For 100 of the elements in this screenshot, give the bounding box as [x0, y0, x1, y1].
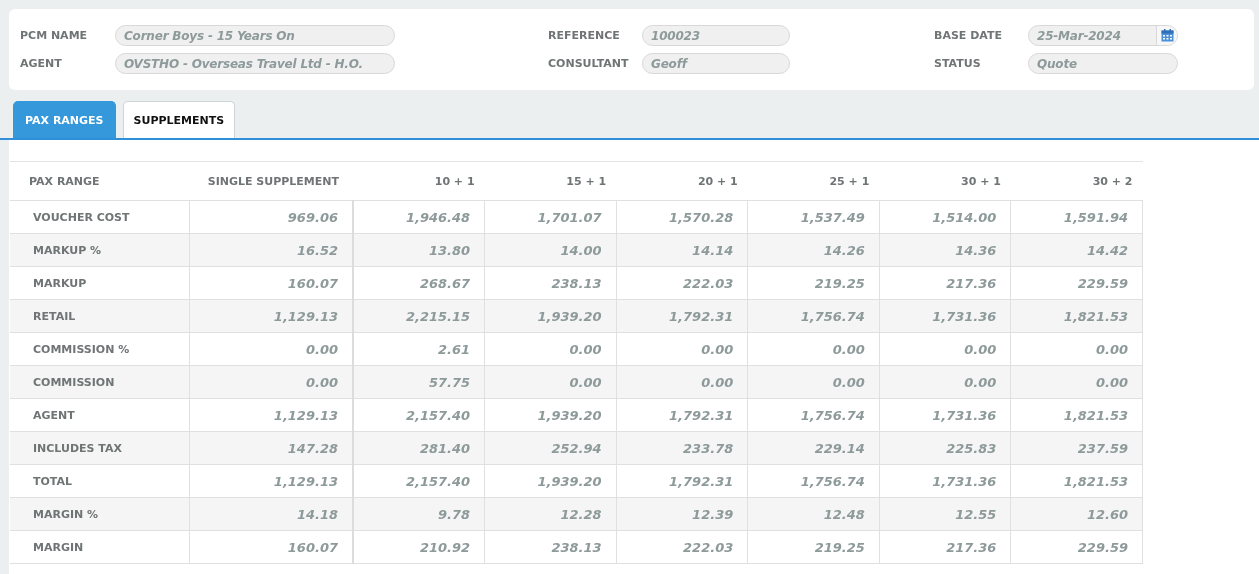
- table-cell: 12.48: [747, 497, 880, 531]
- column-header: 20 + 1: [616, 161, 748, 201]
- table-cell: 281.40: [353, 431, 485, 465]
- column-header: 25 + 1: [747, 161, 880, 201]
- row-label: MARKUP: [10, 266, 189, 300]
- table-cell: 0.00: [484, 365, 617, 399]
- table-cell: 0.00: [616, 365, 748, 399]
- table-cell: 268.67: [353, 266, 485, 300]
- field-label: BASE DATE: [934, 29, 1002, 42]
- table-cell: 1,756.74: [747, 398, 880, 432]
- column-header: 15 + 1: [484, 161, 617, 201]
- table-cell: 2,215.15: [353, 299, 485, 333]
- date-field[interactable]: 25-Mar-2024: [1029, 26, 1156, 45]
- column-header: 10 + 1: [353, 161, 485, 201]
- tab[interactable]: SUPPLEMENTS: [122, 101, 236, 138]
- table-cell: 1,701.07: [484, 200, 617, 234]
- table-cell: 1,821.53: [1010, 398, 1143, 432]
- date-field[interactable]: 25-Mar-2024: [1028, 25, 1178, 46]
- table-cell: 16.52: [189, 233, 353, 267]
- column-header: SINGLE SUPPLEMENT: [189, 161, 353, 201]
- table-cell: 14.00: [484, 233, 617, 267]
- table-cell: 1,756.74: [747, 299, 880, 333]
- row-label: MARKUP %: [10, 233, 189, 267]
- table-cell: 1,939.20: [484, 398, 617, 432]
- text-field[interactable]: OVSTHO - Overseas Travel Ltd - H.O.: [115, 53, 395, 74]
- table-cell: 0.00: [747, 365, 880, 399]
- table-cell: 2,157.40: [353, 398, 485, 432]
- table-cell: 0.00: [1010, 332, 1143, 366]
- row-label: TOTAL: [10, 464, 189, 498]
- table-cell: 1,756.74: [747, 464, 880, 498]
- table-cell: 12.60: [1010, 497, 1143, 531]
- table-cell: 147.28: [189, 431, 353, 465]
- column-header: 30 + 2: [1010, 161, 1143, 201]
- table-cell: 0.00: [879, 332, 1011, 366]
- table-cell: 1,731.36: [879, 299, 1011, 333]
- table-cell: 14.14: [616, 233, 748, 267]
- table-cell: 1,731.36: [879, 398, 1011, 432]
- row-label: INCLUDES TAX: [10, 431, 189, 465]
- table-cell: 1,591.94: [1010, 200, 1143, 234]
- table-cell: 12.28: [484, 497, 617, 531]
- text-field[interactable]: Geoff: [642, 53, 790, 74]
- field-label: AGENT: [20, 57, 62, 70]
- field-label: STATUS: [934, 57, 981, 70]
- row-label: AGENT: [10, 398, 189, 432]
- row-label: MARGIN %: [10, 497, 189, 531]
- table-cell: 217.36: [879, 266, 1011, 300]
- row-label: VOUCHER COST: [10, 200, 189, 234]
- table-cell: 1,731.36: [879, 464, 1011, 498]
- tab[interactable]: PAX RANGES: [13, 101, 116, 138]
- text-field[interactable]: Quote: [1028, 53, 1178, 74]
- column-header: PAX RANGE: [10, 161, 189, 201]
- table-cell: 238.13: [484, 266, 617, 300]
- row-label: RETAIL: [10, 299, 189, 333]
- field-label: REFERENCE: [548, 29, 620, 42]
- table-cell: 9.78: [353, 497, 485, 531]
- table-cell: 160.07: [189, 530, 353, 564]
- table-cell: 222.03: [616, 266, 748, 300]
- table-cell: 1,946.48: [353, 200, 485, 234]
- table-cell: 229.59: [1010, 266, 1143, 300]
- calendar-icon[interactable]: [1160, 29, 1174, 42]
- table-cell: 1,939.20: [484, 464, 617, 498]
- table-cell: 252.94: [484, 431, 617, 465]
- text-field[interactable]: 100023: [642, 25, 790, 46]
- row-label: COMMISSION %: [10, 332, 189, 366]
- table-cell: 210.92: [353, 530, 485, 564]
- table-cell: 1,792.31: [616, 398, 748, 432]
- table-cell: 12.39: [616, 497, 748, 531]
- table-cell: 1,792.31: [616, 464, 748, 498]
- table-cell: 1,821.53: [1010, 299, 1143, 333]
- table-cell: 1,821.53: [1010, 464, 1143, 498]
- table-cell: 0.00: [1010, 365, 1143, 399]
- field-label: CONSULTANT: [548, 57, 629, 70]
- table-cell: 14.18: [189, 497, 353, 531]
- table-cell: 238.13: [484, 530, 617, 564]
- row-label: MARGIN: [10, 530, 189, 564]
- table-cell: 0.00: [484, 332, 617, 366]
- table-cell: 1,570.28: [616, 200, 748, 234]
- table-cell: 0.00: [616, 332, 748, 366]
- table-cell: 233.78: [616, 431, 748, 465]
- table-cell: 2,157.40: [353, 464, 485, 498]
- table-cell: 57.75: [353, 365, 485, 399]
- table-cell: 13.80: [353, 233, 485, 267]
- table-cell: 219.25: [747, 530, 880, 564]
- table-cell: 1,129.13: [189, 299, 353, 333]
- table-cell: 0.00: [189, 365, 353, 399]
- column-header: 30 + 1: [879, 161, 1011, 201]
- table-cell: 14.36: [879, 233, 1011, 267]
- table-cell: 14.42: [1010, 233, 1143, 267]
- table-cell: 2.61: [353, 332, 485, 366]
- table-cell: 222.03: [616, 530, 748, 564]
- table-cell: 14.26: [747, 233, 880, 267]
- table-cell: 0.00: [747, 332, 880, 366]
- table-cell: 1,514.00: [879, 200, 1011, 234]
- table-cell: 237.59: [1010, 431, 1143, 465]
- table-cell: 0.00: [879, 365, 1011, 399]
- field-label: PCM NAME: [20, 29, 88, 42]
- table-cell: 1,792.31: [616, 299, 748, 333]
- row-label: COMMISSION: [10, 365, 189, 399]
- text-field[interactable]: Corner Boys - 15 Years On: [115, 25, 395, 46]
- table-cell: 12.55: [879, 497, 1011, 531]
